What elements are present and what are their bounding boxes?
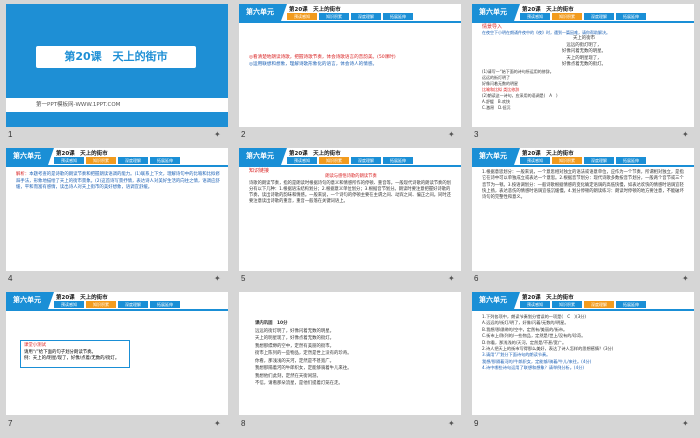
slide-number-7: 7 [8,419,13,428]
poem-line: 远远的街灯明了，好像闪着无数的明星。 [255,328,335,334]
lesson-title: 第20课 天上的街市 [522,7,574,13]
star-icon: ✦ [448,274,455,283]
objective-2: ◎运用联想和想象，理解诗歌形象化的语言，体会诗人的情感。 [249,62,378,67]
tab-extension[interactable]: 拓展延伸 [616,301,646,308]
tab-preview[interactable]: 预读感知 [520,157,550,164]
quiz-box-line-2: 例：天上的/明星/现了，好像/点着/无数的/街灯。 [24,356,120,361]
tab-extension[interactable]: 拓展延伸 [383,13,413,20]
star-icon: ✦ [448,419,455,428]
tab-preview[interactable]: 预读感知 [54,301,84,308]
knowledge-text: 1.根据意思划分：一般来说，一个意思相对独立的语法或语意单位，应作为一个节奏，所… [482,170,684,201]
tab-extension[interactable]: 拓展延伸 [616,157,646,164]
slide-thumbnail-8[interactable]: 课内巩固 10分 远远的街灯明了，好像闪着无数的明星。 天上的明星现了，好像点着… [239,292,461,415]
slide-thumbnail-9[interactable]: 第六单元 第20课 天上的街市 预读感知 知识积累 深度理解 拓展延伸 1.下列… [472,292,694,415]
poem-line: 我想他们此刻，定然在天街闲游。 [255,373,321,379]
unit-badge: 第六单元 [472,4,520,21]
tab-preview[interactable]: 预读感知 [287,13,317,20]
tab-understanding[interactable]: 深度理解 [584,301,614,308]
tab-knowledge[interactable]: 知识积累 [552,301,582,308]
analysis-label: 解析： [16,172,30,177]
tab-understanding[interactable]: 深度理解 [584,157,614,164]
header-divider [472,21,694,23]
star-icon: ✦ [214,419,221,428]
slide-thumbnail-3[interactable]: 第六单元 第20课 天上的街市 预读感知 知识积累 深度理解 拓展延伸 情景导入… [472,4,694,127]
star-icon: ✦ [214,274,221,283]
header-divider [239,165,461,167]
lesson-title: 第20课 天上的街市 [56,151,108,157]
slide-thumbnail-1[interactable]: 第20课 天上的街市 第一PPT模板网-WWW.1PPT.COM [6,4,228,127]
tab-understanding[interactable]: 深度理解 [351,157,381,164]
slide-thumbnail-5[interactable]: 第六单元 第20课 天上的街市 预读感知 知识积累 深度理解 拓展延伸 知识链接… [239,148,461,271]
quiz-box: 课堂小测试 请用“/”给下面的句子划分朗读节奏。 例：天上的/明星/现了，好像/… [20,340,130,368]
tab-extension[interactable]: 拓展延伸 [150,157,180,164]
objective-1: ◎看清楚地朗读诗歌，把握诗歌节奏，体会诗歌语言的音韵美。(50课时) [249,55,396,60]
poem-line: 不信，请看那朵流星，是他们提着灯笼在走。 [255,381,343,386]
slide-number-4: 4 [8,274,13,283]
tab-knowledge[interactable]: 知识积累 [319,13,349,20]
tab-extension[interactable]: 拓展延伸 [616,13,646,20]
slide-thumbnail-6[interactable]: 第六单元 第20课 天上的街市 预读感知 知识积累 深度理解 拓展延伸 1.根据… [472,148,694,271]
tab-extension[interactable]: 拓展延伸 [383,157,413,164]
unit-badge: 第六单元 [239,4,287,21]
slide-number-1: 1 [8,130,13,139]
slide-number-3: 3 [474,130,479,139]
slide-number-9: 9 [474,419,479,428]
lesson-title: 第20课 天上的街市 [56,295,108,301]
section-heading: 课内巩固 10分 [255,321,288,326]
star-icon: ✦ [682,419,689,428]
poem-line: 街市上陈列的一些物品，定然是世上没有的珍奇。 [255,351,352,356]
lesson-title: 第20课 天上的街市 [522,151,574,157]
header-divider [472,309,694,311]
tab-knowledge[interactable]: 知识积累 [552,13,582,20]
knowledge-text: 诗歌的朗读节奏，指的是朗读时根据诗句的意义和情感所作的停顿、重音等。一般现代诗歌… [249,180,451,205]
poem-line: 我想那缥缈的空中，定然有美丽的街市。 [255,343,335,349]
poem-line: 我想那隔着河的牛郎织女，定能够骑着牛儿来往。 [255,366,352,371]
header-divider [6,309,228,311]
header-divider [472,165,694,167]
tab-preview[interactable]: 预读感知 [520,301,550,308]
lesson-title: 第20课 天上的街市 [289,151,341,157]
unit-badge: 第六单元 [472,292,520,309]
tab-understanding[interactable]: 深度理解 [118,157,148,164]
tab-knowledge[interactable]: 知识积累 [552,157,582,164]
header-divider [239,21,461,23]
question-line: 4.诗中哪些诗句运用了联想和想象？请举例分析。(4分) [482,365,585,371]
tab-knowledge[interactable]: 知识积累 [319,157,349,164]
slide-thumbnail-7[interactable]: 第六单元 第20课 天上的街市 预读感知 知识积累 深度理解 拓展延伸 课堂小测… [6,292,228,415]
tab-understanding[interactable]: 深度理解 [584,13,614,20]
slide-title: 第20课 天上的街市 [64,50,168,63]
star-icon: ✦ [682,130,689,139]
unit-badge: 第六单元 [6,292,54,309]
slide-number-5: 5 [241,274,246,283]
header-divider [6,165,228,167]
tab-preview[interactable]: 预读感知 [520,13,550,20]
tab-understanding[interactable]: 深度理解 [351,13,381,20]
tab-knowledge[interactable]: 知识积累 [86,301,116,308]
slide-number-2: 2 [241,130,246,139]
lesson-title: 第20课 天上的街市 [522,295,574,301]
lesson-title: 第20课 天上的街市 [289,7,341,13]
unit-badge: 第六单元 [6,148,54,165]
poem-line: 你看，那浅浅的天河，定然是不甚宽广。 [255,358,335,364]
star-icon: ✦ [448,130,455,139]
slide-thumbnail-4[interactable]: 第六单元 第20课 天上的街市 预读感知 知识积累 深度理解 拓展延伸 解析：本… [6,148,228,271]
star-icon: ✦ [214,130,221,139]
option-row-2: C.激昂 D.低沉 [482,104,511,110]
tab-knowledge[interactable]: 知识积累 [86,157,116,164]
poem-line: 天上的明星现了，好像点着无数的街灯。 [255,336,335,341]
tab-understanding[interactable]: 深度理解 [118,301,148,308]
tab-extension[interactable]: 拓展延伸 [150,301,180,308]
star-icon: ✦ [682,274,689,283]
slide-thumbnail-2[interactable]: 第六单元 第20课 天上的街市 预读感知 知识积累 深度理解 拓展延伸 ◎看清楚… [239,4,461,127]
tab-preview[interactable]: 预读感知 [54,157,84,164]
slide-number-6: 6 [474,274,479,283]
tab-preview[interactable]: 预读感知 [287,157,317,164]
analysis-text: 本题考查的是诗歌的朗读节奏和把握朗读语调的能力。(1)联系上下文，理解诗句中的比… [16,172,220,190]
unit-badge: 第六单元 [472,148,520,165]
slide-footer: 第一PPT模板网-WWW.1PPT.COM [6,98,228,112]
slide-number-8: 8 [241,419,246,428]
unit-badge: 第六单元 [239,148,287,165]
